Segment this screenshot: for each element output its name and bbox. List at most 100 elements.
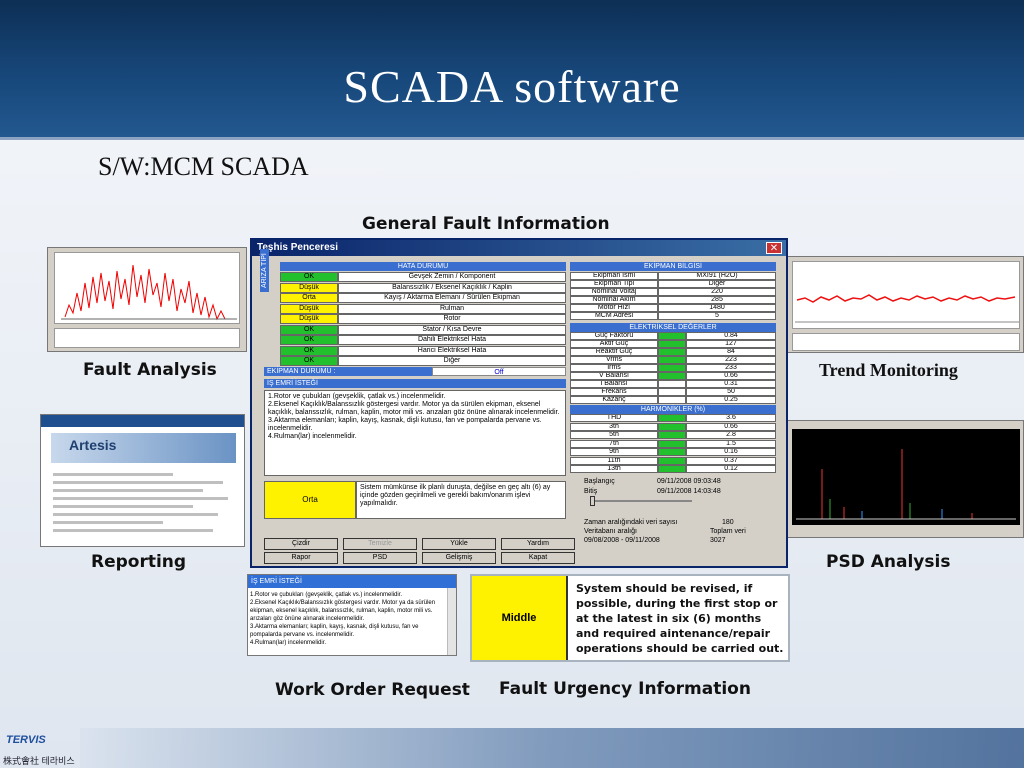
urgency-text-cell: Sistem mümkünse ilk planlı duruşta, deği… [356, 481, 566, 519]
hata-durumu-header: HATA DURUMU [280, 262, 566, 271]
electrical-key-cell: Aktif Güç [570, 340, 658, 348]
harmonic-value-cell: 0.66 [686, 422, 776, 431]
electrical-key-cell: Frekans [570, 388, 658, 396]
slider-handle[interactable] [590, 496, 595, 506]
equipment-value-cell: 220 [658, 288, 776, 296]
work-order-header: İŞ EMRİ İSTEĞİ [264, 379, 566, 388]
equipment-key-cell: Nominal Voltaj [570, 288, 658, 296]
fault-desc-cell: Diğer [338, 356, 566, 366]
urgency-level: Middle [472, 576, 568, 660]
db-range-label: Veritabanı aralığı [584, 528, 637, 535]
diagnosis-dialog: Teşhis Penceresi ✕ HATA DURUMU ARIZA TİP… [250, 238, 788, 568]
harmonic-value-cell: 0.16 [686, 448, 776, 456]
fault-desc-cell: Dahili Elektriksel Hata [338, 335, 566, 345]
harmonic-status-cell [658, 448, 686, 456]
harmonic-value-cell: 3.6 [686, 414, 776, 422]
electrical-value-cell: 50 [686, 388, 776, 396]
report-text-line [53, 521, 163, 524]
caption-reporting: Reporting [91, 552, 187, 572]
work-order-scrollbar[interactable] [447, 588, 456, 655]
electrical-status-cell [658, 372, 686, 380]
footer-band [80, 728, 1024, 768]
electrical-key-cell: Vrms [570, 356, 658, 364]
psd-analysis-screenshot [787, 420, 1024, 538]
harmonic-key-cell: 7th [570, 439, 658, 448]
report-text-line [53, 513, 218, 516]
dialog-button-6[interactable]: Gelişmiş [422, 552, 496, 564]
electrical-key-cell: V Balansı [570, 372, 658, 380]
dialog-button-2[interactable]: Yükle [422, 538, 496, 550]
close-icon[interactable]: ✕ [766, 242, 782, 254]
harmonics-header: HARMONİKLER (%) [570, 405, 776, 414]
fault-level-cell: Düşük [280, 314, 338, 324]
electrical-status-cell [658, 332, 686, 340]
data-count-label: Zaman aralığındaki veri sayısı [584, 519, 678, 526]
electrical-key-cell: Güç Faktörü [570, 332, 658, 340]
dialog-button-3[interactable]: Yardım [501, 538, 575, 550]
equipment-key-cell: Ekipman İsmi [570, 272, 658, 280]
trend-line [795, 294, 1019, 323]
electrical-value-cell: 0.84 [686, 332, 776, 340]
fault-desc-cell: Rotor [338, 314, 566, 324]
harmonic-status-cell [658, 465, 686, 473]
data-count-value: 180 [722, 519, 734, 526]
dialog-button-1[interactable]: Temizle [343, 538, 417, 550]
equipment-status-value: Off [432, 367, 566, 376]
end-label: Bitiş [584, 488, 598, 495]
harmonic-value-cell: 1.5 [686, 439, 776, 448]
dialog-button-0[interactable]: Çizdir [264, 538, 338, 550]
report-text-line [53, 497, 228, 500]
time-range-slider[interactable] [592, 500, 692, 502]
electrical-value-cell: 84 [686, 348, 776, 356]
report-logo: Artesis [69, 437, 117, 453]
caption-work-order: Work Order Request [275, 680, 470, 700]
harmonic-status-cell [658, 431, 686, 439]
equipment-value-cell: 285 [658, 296, 776, 304]
work-order-textbox[interactable]: 1.Rotor ve çubukları (gevşeklik, çatlak … [264, 390, 566, 476]
subtitle: S/W:MCM SCADA [98, 152, 309, 181]
equipment-key-cell: Motor Hızı [570, 304, 658, 312]
equipment-value-cell: 5 [658, 312, 776, 320]
harmonic-status-cell [658, 414, 686, 422]
total-data-value: 3027 [710, 537, 726, 544]
trend-monitoring-screenshot [787, 256, 1024, 353]
electrical-value-cell: 0.66 [686, 372, 776, 380]
harmonic-key-cell: THD [570, 414, 658, 422]
harmonic-status-cell [658, 422, 686, 431]
equipment-value-cell: MXI91 (H2O) [658, 272, 776, 280]
page-title: SCADA software [343, 61, 681, 112]
electrical-status-cell [658, 356, 686, 364]
harmonic-key-cell: 13th [570, 465, 658, 473]
harmonic-key-cell: 9th [570, 448, 658, 456]
fault-analysis-screenshot [47, 247, 247, 352]
urgency-message: System should be revised, if possible, d… [576, 582, 784, 655]
work-order-screenshot: İŞ EMRİ İSTEĞİ 1.Rotor ve çubukları (gev… [247, 574, 457, 656]
harmonic-key-cell: 5th [570, 431, 658, 439]
fault-level-cell: Düşük [280, 282, 338, 293]
fault-level-cell: OK [280, 345, 338, 356]
caption-psd-analysis: PSD Analysis [826, 552, 951, 572]
fault-desc-cell: Rulman [338, 303, 566, 314]
electrical-value-cell: 0.25 [686, 396, 776, 404]
report-text-line [53, 529, 213, 532]
electrical-status-cell [658, 396, 686, 404]
report-text-line [53, 505, 193, 508]
company-logo: TERVIS 株式會社 테라비스 [0, 728, 80, 768]
electrical-key-cell: I Balansı [570, 380, 658, 388]
total-data-label: Toplam veri [710, 528, 746, 535]
fault-desc-cell: Harici Elektriksel Hata [338, 345, 566, 356]
dialog-button-5[interactable]: PSD [343, 552, 417, 564]
start-label: Başlangıç [584, 478, 615, 485]
work-order-panel-text: 1.Rotor ve çubukları (gevşeklik, çatlak … [250, 592, 436, 646]
fault-level-cell: Orta [280, 293, 338, 303]
electrical-key-cell: Reaktif Güç [570, 348, 658, 356]
dialog-button-7[interactable]: Kapat [501, 552, 575, 564]
dialog-button-4[interactable]: Rapor [264, 552, 338, 564]
equipment-key-cell: Ekipman Tipi [570, 280, 658, 288]
electrical-status-cell [658, 348, 686, 356]
caption-general-fault: General Fault Information [362, 214, 610, 234]
harmonic-value-cell: 0.12 [686, 465, 776, 473]
fault-level-cell: OK [280, 324, 338, 335]
dialog-title: Teşhis Penceresi [252, 240, 786, 256]
electrical-value-cell: 0.31 [686, 380, 776, 388]
